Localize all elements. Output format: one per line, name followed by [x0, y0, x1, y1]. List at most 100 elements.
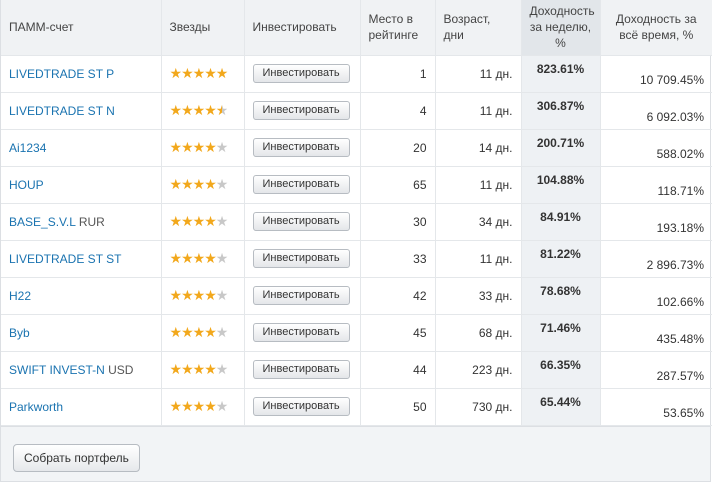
stars-cell: ★ ★ ★ ★ ★	[161, 203, 245, 241]
invest-cell: Инвестировать	[244, 388, 361, 426]
weekly-return-cell: 306.87%	[521, 92, 601, 130]
invest-cell: Инвестировать	[244, 314, 361, 352]
rank-cell: 1	[360, 55, 436, 93]
account-cell: HOUP	[1, 166, 162, 204]
age-cell: 730 дн.	[435, 388, 522, 426]
star-icon: ★	[181, 250, 194, 266]
invest-button[interactable]: Инвестировать	[252, 249, 350, 268]
pamm-rating-widget: ПАММ-счет Звезды Инвестировать Место в р…	[0, 0, 712, 482]
invest-button[interactable]: Инвестировать	[252, 175, 350, 194]
account-cell: SWIFT INVEST-N USD	[1, 351, 162, 389]
star-rating: ★ ★ ★ ★ ★	[170, 398, 229, 414]
star-icon: ★	[204, 250, 217, 266]
header-stars[interactable]: Звезды	[161, 0, 245, 56]
rank-cell: 65	[360, 166, 436, 204]
star-icon: ★	[215, 102, 229, 118]
weekly-return-cell: 81.22%	[521, 240, 601, 278]
weekly-return-cell: 104.88%	[521, 166, 601, 204]
account-link[interactable]: LIVEDTRADE ST N	[9, 104, 115, 118]
star-icon: ★	[215, 361, 229, 377]
account-link[interactable]: HOUP	[9, 178, 44, 192]
invest-button[interactable]: Инвестировать	[252, 138, 350, 157]
star-icon: ★	[181, 213, 194, 229]
star-icon: ★	[192, 65, 206, 81]
weekly-return-cell: 78.68%	[521, 277, 601, 315]
star-icon: ★	[169, 250, 183, 266]
account-link[interactable]: Parkworth	[9, 400, 63, 414]
build-portfolio-button[interactable]: Собрать портфель	[13, 444, 140, 472]
star-icon: ★	[192, 139, 206, 155]
account-link[interactable]: LIVEDTRADE ST P	[9, 67, 114, 81]
stars-cell: ★ ★ ★ ★ ★	[161, 129, 245, 167]
table-row: Byb ★ ★ ★ ★ ★ Инвестировать 45 68 дн. 71.46% 435.4…	[1, 314, 712, 352]
age-cell: 11 дн.	[435, 166, 522, 204]
weekly-return-cell: 65.44%	[521, 388, 601, 426]
star-icon: ★	[192, 102, 206, 118]
star-icon: ★	[215, 398, 229, 414]
star-rating: ★ ★ ★ ★ ★	[170, 102, 229, 118]
rank-cell: 42	[360, 277, 436, 315]
star-icon: ★	[181, 139, 194, 155]
header-invest: Инвестировать	[244, 0, 361, 56]
rank-cell: 33	[360, 240, 436, 278]
total-return-cell: 2 896.73%	[600, 240, 712, 278]
header-rank[interactable]: Место в рейтинге	[360, 0, 436, 56]
stars-cell: ★ ★ ★ ★ ★	[161, 277, 245, 315]
total-return-cell: 435.48%	[600, 314, 712, 352]
star-icon: ★	[215, 324, 229, 340]
account-link[interactable]: BASE_S.V.L	[9, 215, 76, 229]
star-icon: ★	[181, 324, 194, 340]
star-icon: ★	[204, 65, 217, 81]
star-icon: ★	[192, 398, 206, 414]
star-rating: ★ ★ ★ ★ ★	[169, 250, 229, 266]
star-icon: ★	[215, 139, 229, 155]
weekly-return-cell: 823.61%	[521, 55, 601, 93]
stars-cell: ★ ★ ★ ★ ★	[161, 240, 245, 278]
star-icon: ★	[181, 361, 194, 377]
stars-cell: ★ ★ ★ ★ ★	[161, 351, 245, 389]
header-weekly-return[interactable]: Доходность за неделю, %	[521, 0, 601, 56]
age-cell: 14 дн.	[435, 129, 522, 167]
invest-button[interactable]: Инвестировать	[252, 323, 350, 342]
account-link[interactable]: SWIFT INVEST-N	[9, 363, 105, 377]
header-age[interactable]: Возраст, дни	[435, 0, 522, 56]
total-return-cell: 287.57%	[600, 351, 712, 389]
invest-button[interactable]: Инвестировать	[252, 360, 350, 379]
table-row: Parkworth ★ ★ ★ ★ ★ Инвестировать 50 730 дн. 65.4…	[1, 388, 712, 426]
invest-button[interactable]: Инвестировать	[252, 64, 350, 83]
star-icon: ★	[192, 250, 206, 266]
invest-cell: Инвестировать	[244, 240, 361, 278]
invest-button[interactable]: Инвестировать	[252, 101, 350, 120]
rank-cell: 4	[360, 92, 436, 130]
weekly-return-cell: 200.71%	[521, 129, 601, 167]
star-rating: ★ ★ ★ ★ ★	[170, 139, 229, 155]
star-icon: ★	[181, 398, 194, 414]
star-icon: ★	[204, 176, 217, 192]
age-cell: 33 дн.	[435, 277, 522, 315]
invest-button[interactable]: Инвестировать	[252, 286, 350, 305]
weekly-return-cell: 84.91%	[521, 203, 601, 241]
table-row: H22 ★ ★ ★ ★ ★ Инвестировать 42 33 дн. 78.68% 102.6…	[1, 277, 712, 315]
total-return-cell: 118.71%	[600, 166, 712, 204]
invest-button[interactable]: Инвестировать	[252, 212, 350, 231]
account-link[interactable]: LIVEDTRADE ST ST	[9, 252, 121, 266]
weekly-return-cell: 66.35%	[521, 351, 601, 389]
star-icon: ★	[181, 65, 194, 81]
header-account[interactable]: ПАММ-счет	[1, 0, 162, 56]
table-row: SWIFT INVEST-N USD ★ ★ ★ ★ ★ Инвестировать 44 22…	[1, 351, 712, 389]
account-link[interactable]: Byb	[9, 326, 30, 340]
invest-cell: Инвестировать	[244, 277, 361, 315]
header-total-return[interactable]: Доходность за всё время, %	[600, 0, 712, 56]
invest-cell: Инвестировать	[244, 166, 361, 204]
account-link[interactable]: Ai1234	[9, 141, 46, 155]
invest-cell: Инвестировать	[244, 92, 361, 130]
total-return-cell: 588.02%	[600, 129, 712, 167]
invest-cell: Инвестировать	[244, 55, 361, 93]
star-rating: ★ ★ ★ ★ ★	[170, 324, 229, 340]
star-icon: ★	[192, 324, 206, 340]
account-link[interactable]: H22	[9, 289, 31, 303]
table-row: HOUP ★ ★ ★ ★ ★ Инвестировать 65 11 дн. 104.88% 118…	[1, 166, 712, 204]
invest-button[interactable]: Инвестировать	[252, 397, 350, 416]
star-icon: ★	[215, 250, 229, 266]
total-return-cell: 102.66%	[600, 277, 712, 315]
